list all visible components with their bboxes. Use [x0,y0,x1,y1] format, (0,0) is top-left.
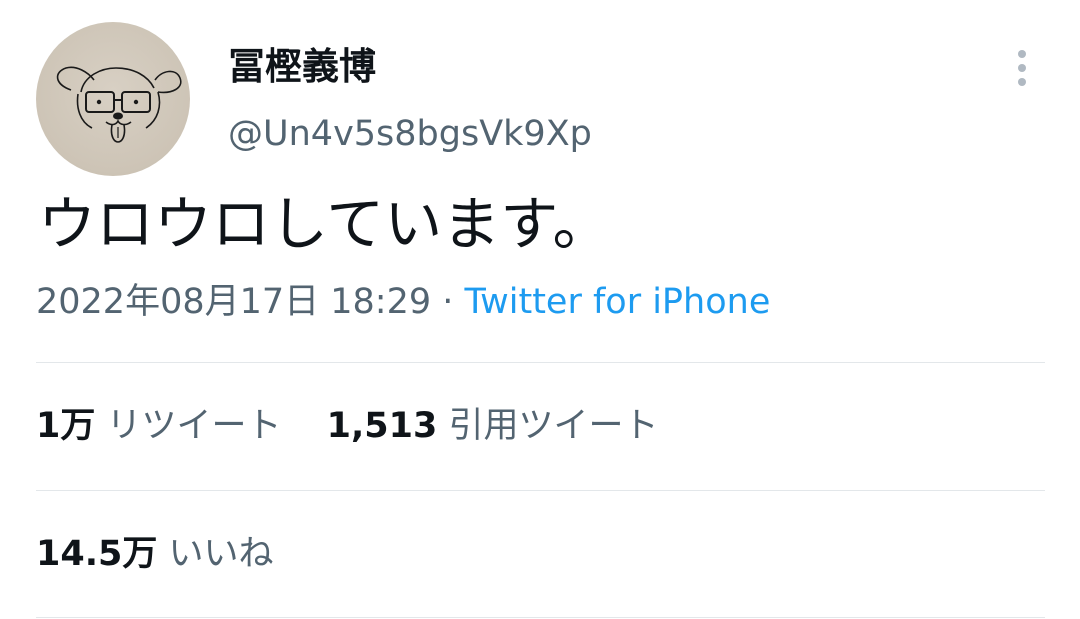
more-options-button[interactable] [1006,46,1038,90]
avatar[interactable] [36,22,190,176]
tweet-timestamp[interactable]: 2022年08月17日 18:29 [36,282,431,322]
quote-tweets-label: 引用ツイート [448,406,659,446]
tweet-text: ウロウロしています。 [38,190,611,258]
likes-count: 14.5万 [36,534,158,574]
tweet-meta: 2022年08月17日 18:29 · Twitter for iPhone [36,278,770,326]
display-name[interactable]: 冨樫義博 [228,42,376,92]
meta-separator: · [431,282,465,322]
quote-tweets-stat[interactable]: 1,513 引用ツイート [327,402,659,450]
divider [36,617,1045,618]
retweets-label: リツイート [106,406,282,446]
retweets-count: 1万 [36,406,96,446]
engagement-stats-row: 1万 リツイート 1,513 引用ツイート [36,402,659,450]
quote-tweets-count: 1,513 [326,406,438,446]
retweets-stat[interactable]: 1万 リツイート [36,402,282,450]
divider [36,490,1045,491]
divider [36,362,1045,363]
likes-stats-row: 14.5万 いいね [36,530,274,578]
user-handle[interactable]: @Un4v5s8bgsVk9Xp [228,110,592,158]
likes-label: いいね [168,534,274,574]
dog-face-drawing-avatar [56,66,182,143]
tweet-source-link[interactable]: Twitter for iPhone [465,282,771,322]
likes-stat[interactable]: 14.5万 いいね [36,530,274,578]
